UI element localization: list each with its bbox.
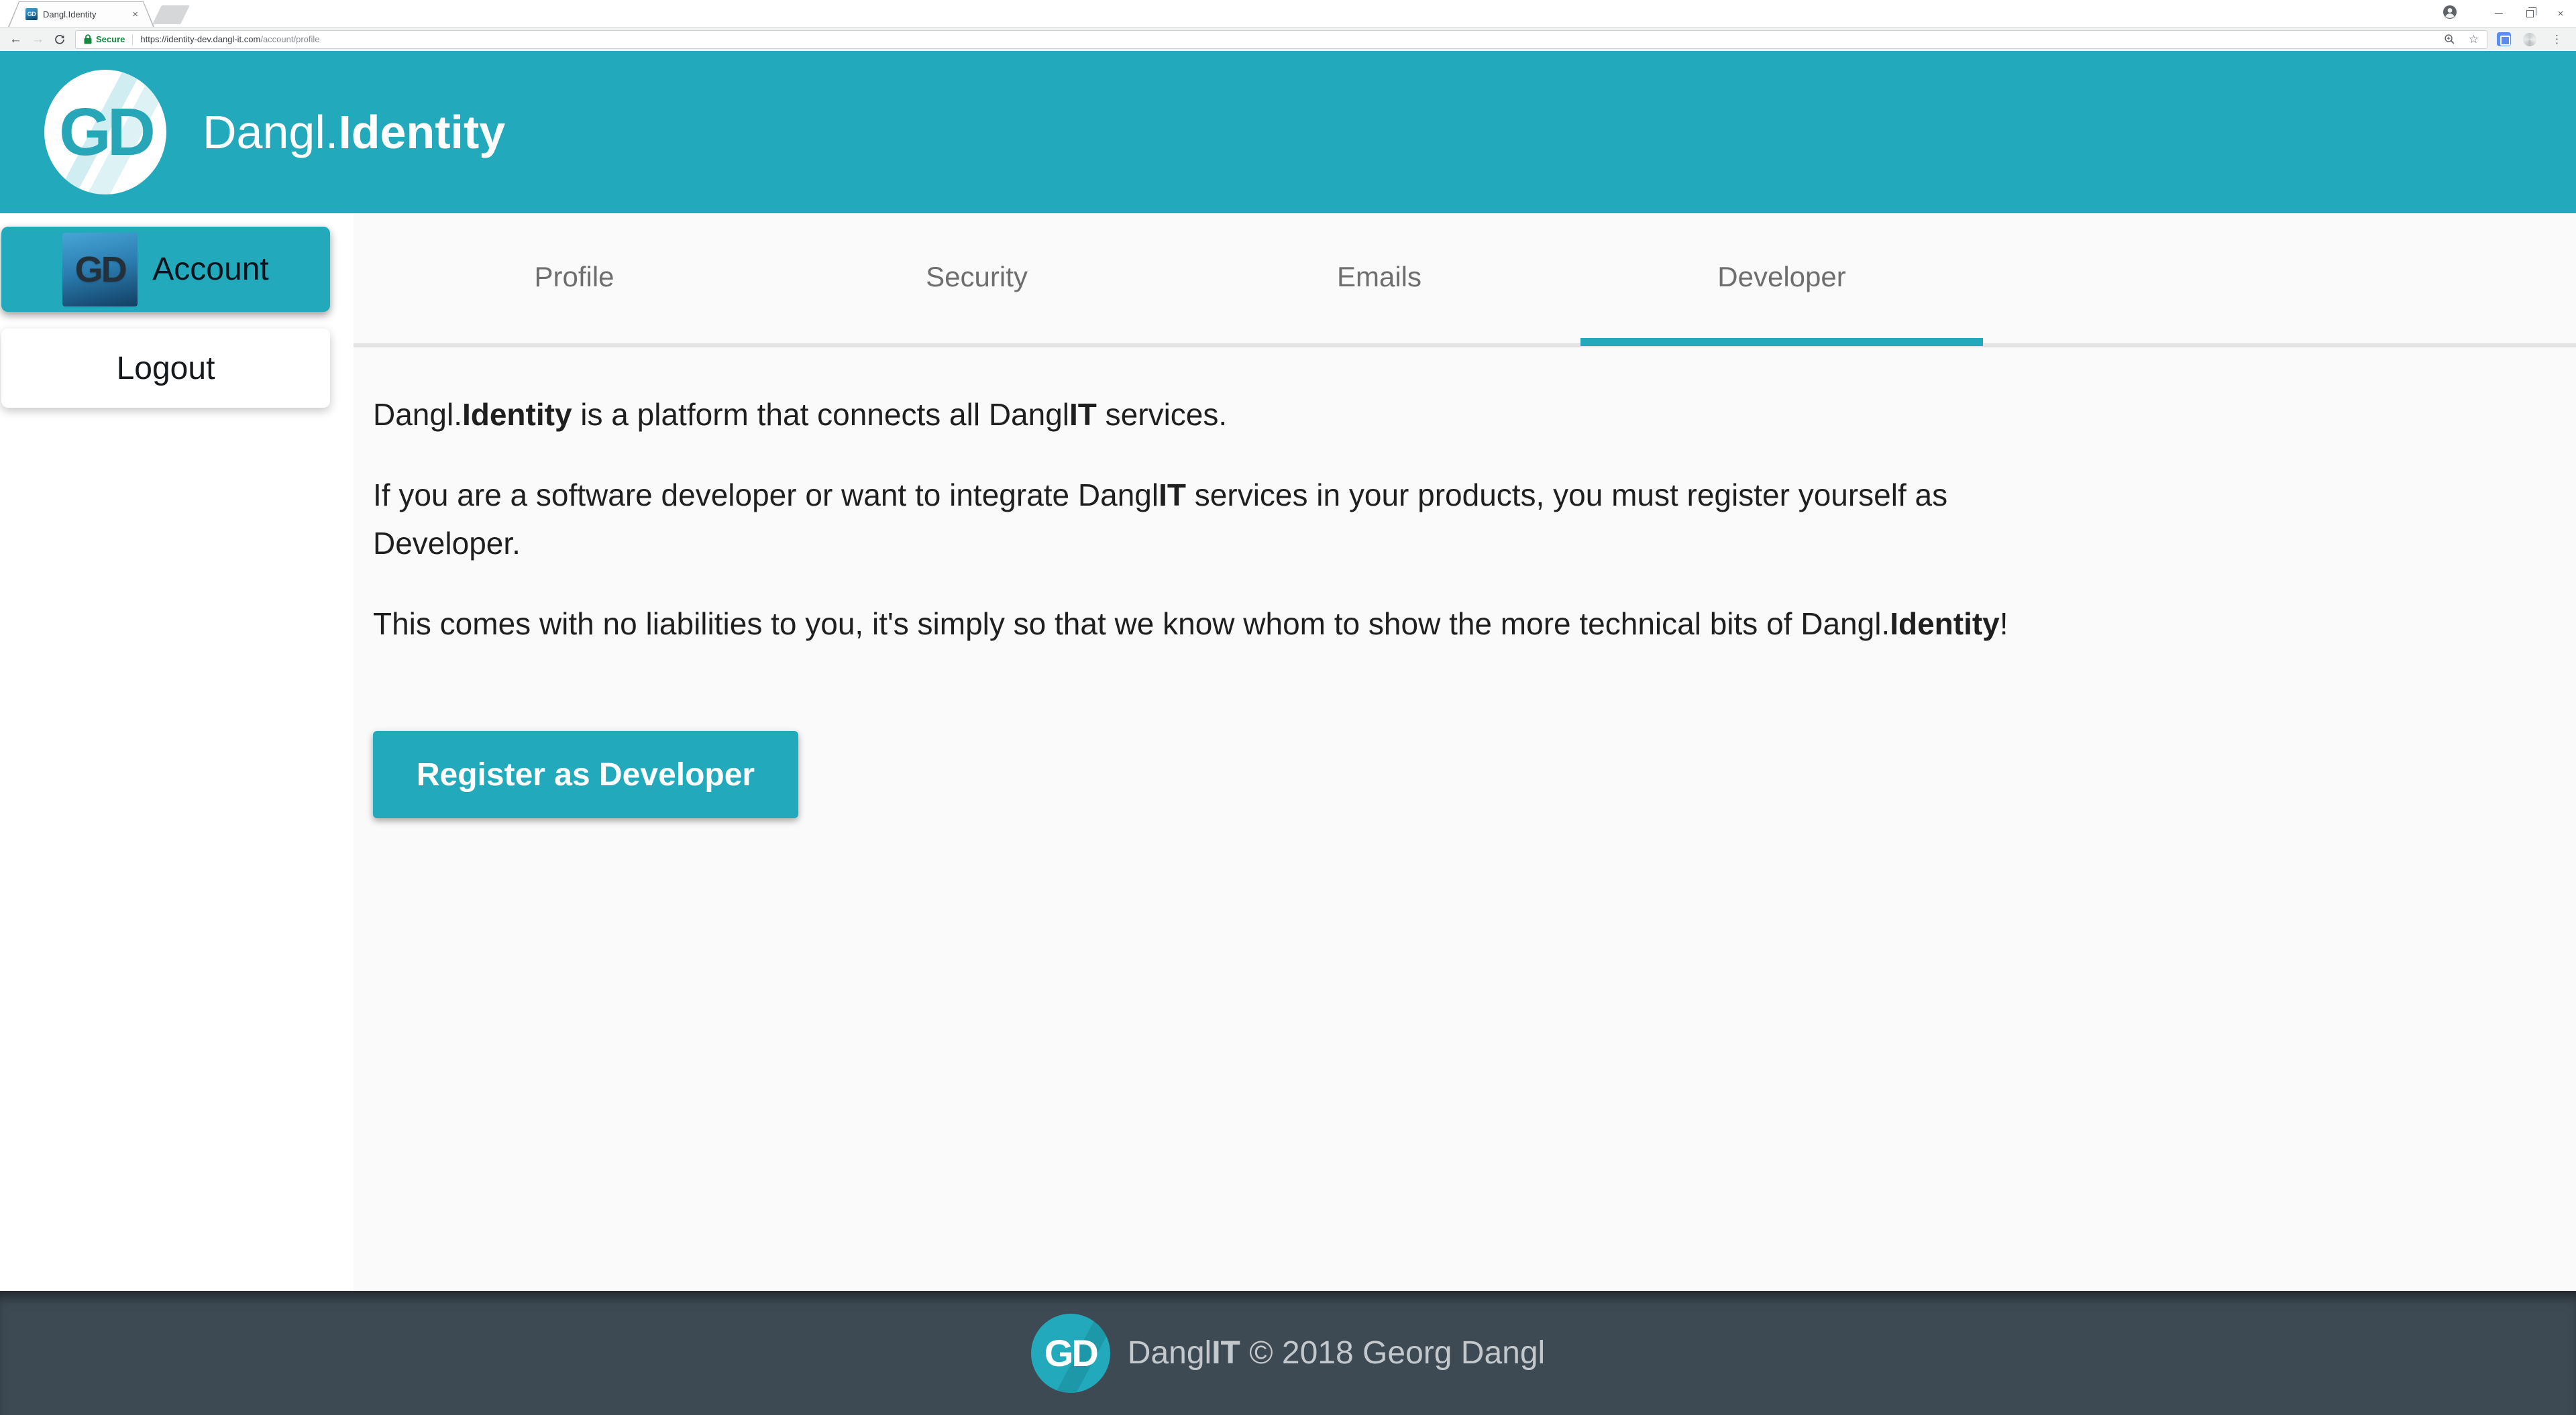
- restore-icon: [2526, 10, 2534, 17]
- app-header: GD Dangl.Identity: [0, 51, 2576, 213]
- app-logo-text: GD: [59, 94, 152, 171]
- reload-icon[interactable]: [54, 34, 66, 46]
- tab-security[interactable]: Security: [775, 213, 1178, 341]
- sidebar-logout-label: Logout: [117, 350, 215, 387]
- bookmark-star-icon[interactable]: ☆: [2469, 33, 2479, 46]
- account-gd-icon: GD: [62, 233, 138, 306]
- tab-profile[interactable]: Profile: [373, 213, 775, 341]
- omnibox-separator: [132, 34, 133, 45]
- site-favicon: GD: [25, 8, 38, 20]
- tab-title: Dangl.Identity: [43, 9, 127, 19]
- paragraph-platform: Dangl.Identity is a platform that connec…: [373, 390, 2576, 439]
- paragraph-register-info: If you are a software developer or want …: [373, 471, 2576, 567]
- footer-copyright: DanglIT © 2018 Georg Dangl: [1128, 1335, 1545, 1371]
- tab-close-icon[interactable]: ×: [132, 9, 138, 20]
- footer: GD DanglIT © 2018 Georg Dangl: [0, 1291, 2576, 1415]
- window-controls: ×: [2442, 0, 2576, 27]
- zoom-icon[interactable]: [2444, 34, 2455, 45]
- browser-profile-avatar-icon[interactable]: [2442, 4, 2458, 23]
- security-chip[interactable]: Secure: [84, 34, 125, 44]
- security-label: Secure: [96, 34, 125, 44]
- browser-tab[interactable]: GD Dangl.Identity ×: [8, 1, 154, 27]
- paragraph-liabilities: This comes with no liabilities to you, i…: [373, 600, 2576, 648]
- forward-icon: →: [32, 33, 44, 46]
- sidebar-item-account[interactable]: GD Account: [1, 227, 330, 312]
- footer-logo-text: GD: [1044, 1331, 1097, 1375]
- browser-window: GD Dangl.Identity × × ← → Secure: [0, 0, 2576, 1415]
- sidebar-item-logout[interactable]: Logout: [1, 329, 330, 408]
- back-icon[interactable]: ←: [9, 33, 22, 46]
- active-tab-indicator: [1580, 338, 1983, 346]
- developer-tab-content: Dangl.Identity is a platform that connec…: [354, 347, 2576, 818]
- browser-menu-icon[interactable]: ⋮: [2551, 33, 2563, 46]
- extension-icon-blue[interactable]: [2497, 32, 2511, 46]
- lock-icon: [84, 34, 92, 44]
- window-close-button[interactable]: ×: [2545, 0, 2576, 27]
- main-content: Profile Security Emails Developer Dangl.…: [354, 213, 2576, 1291]
- account-gd-icon-text: GD: [75, 249, 125, 290]
- sidebar-account-label: Account: [152, 251, 268, 288]
- extensions-area: ⋮: [2497, 32, 2576, 46]
- brand-prefix: Dangl.: [203, 105, 338, 159]
- tab-emails[interactable]: Emails: [1178, 213, 1580, 341]
- sidebar: GD Account Logout: [0, 213, 354, 1291]
- url-host: https://identity-dev.dangl-it.com: [140, 34, 260, 44]
- register-as-developer-button[interactable]: Register as Developer: [373, 731, 798, 818]
- footer-logo: GD: [1031, 1314, 1110, 1393]
- tab-developer[interactable]: Developer: [1580, 213, 1983, 341]
- brand-bold: Identity: [338, 105, 505, 159]
- extension-icon-gray[interactable]: [2523, 33, 2536, 46]
- address-bar[interactable]: Secure https://identity-dev.dangl-it.com…: [75, 30, 2487, 49]
- new-tab-button[interactable]: [152, 5, 190, 24]
- browser-tab-strip: GD Dangl.Identity × ×: [0, 0, 2576, 27]
- tab-bar: Profile Security Emails Developer: [354, 213, 2576, 347]
- page-title: Dangl.Identity: [203, 51, 505, 213]
- app-logo: GD: [44, 70, 166, 194]
- browser-toolbar: ← → Secure https://identity-dev.dangl-it…: [0, 27, 2576, 51]
- minimize-icon: [2495, 13, 2503, 14]
- window-minimize-button[interactable]: [2483, 0, 2514, 27]
- url-path: /account/profile: [260, 34, 319, 44]
- window-restore-button[interactable]: [2514, 0, 2545, 27]
